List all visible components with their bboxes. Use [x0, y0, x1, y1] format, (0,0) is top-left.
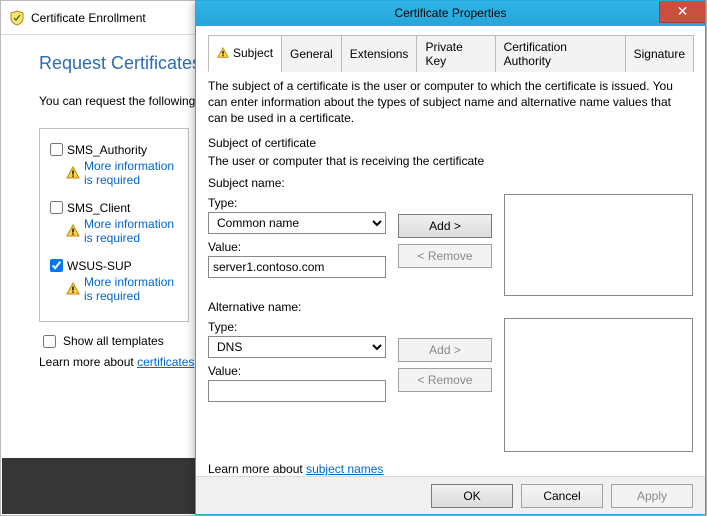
subject-name-group: Type: Common name Value: Add > < Remove	[208, 194, 693, 296]
enrollment-title: Certificate Enrollment	[31, 11, 146, 25]
alt-type-select[interactable]: DNS	[208, 336, 386, 358]
subject-add-button[interactable]: Add >	[398, 214, 492, 238]
template-name: WSUS-SUP	[67, 259, 132, 273]
dialog-titlebar[interactable]: Certificate Properties ✕	[196, 1, 705, 26]
learn-more-subjects: Learn more about subject names	[208, 456, 693, 476]
template-name: SMS_Client	[67, 201, 130, 215]
tab-general[interactable]: General	[281, 35, 342, 72]
subject-inputs: Type: Common name Value:	[208, 194, 386, 296]
alt-name-group: Type: DNS Value: Add > < Remove	[208, 318, 693, 452]
tab-label: General	[290, 47, 333, 61]
subject-value-input[interactable]	[208, 256, 386, 278]
cancel-button[interactable]: Cancel	[521, 484, 603, 508]
warning-icon	[66, 166, 80, 180]
template-more: More information is required	[66, 159, 178, 187]
alt-listbox[interactable]	[504, 318, 693, 452]
template-more: More information is required	[66, 275, 178, 303]
warning-icon	[217, 47, 229, 59]
template-checkbox-sms-authority[interactable]: SMS_Authority	[50, 143, 178, 157]
shield-icon	[9, 10, 25, 26]
close-icon: ✕	[677, 3, 689, 20]
alt-value-input[interactable]	[208, 380, 386, 402]
subject-of-cert-label: Subject of certificate	[208, 136, 693, 150]
tab-label: Subject	[233, 46, 273, 60]
tab-label: Signature	[634, 47, 685, 61]
show-all-label: Show all templates	[63, 334, 164, 348]
subject-receiver-label: The user or computer that is receiving t…	[208, 154, 693, 168]
subject-names-link[interactable]: subject names	[306, 462, 383, 476]
subject-tab-body: The subject of a certificate is the user…	[208, 72, 693, 477]
value-label: Value:	[208, 364, 386, 378]
templates-list: SMS_Authority More information is requir…	[39, 128, 189, 322]
apply-button[interactable]: Apply	[611, 484, 693, 508]
template-name: SMS_Authority	[67, 143, 147, 157]
subject-remove-button[interactable]: < Remove	[398, 244, 492, 268]
tabs: Subject General Extensions Private Key C…	[208, 34, 693, 72]
subject-listbox[interactable]	[504, 194, 693, 296]
checkbox[interactable]	[50, 259, 63, 272]
alt-list-col	[504, 318, 693, 452]
warning-icon	[66, 224, 80, 238]
subject-list-col	[504, 194, 693, 296]
subject-buttons: Add > < Remove	[398, 194, 492, 296]
template-more: More information is required	[66, 217, 178, 245]
more-info-link[interactable]: More information is required	[84, 217, 178, 245]
more-info-link[interactable]: More information is required	[84, 159, 178, 187]
certificates-link[interactable]: certificates	[137, 355, 194, 369]
close-button[interactable]: ✕	[659, 1, 705, 23]
certificate-properties-dialog: Certificate Properties ✕ Subject General…	[195, 0, 706, 515]
template-item: SMS_Client More information is required	[50, 201, 178, 245]
tab-label: Private Key	[425, 40, 486, 68]
alt-add-button[interactable]: Add >	[398, 338, 492, 362]
template-item: SMS_Authority More information is requir…	[50, 143, 178, 187]
template-checkbox-sms-client[interactable]: SMS_Client	[50, 201, 178, 215]
dialog-title: Certificate Properties	[394, 6, 506, 20]
more-info-link[interactable]: More information is required	[84, 275, 178, 303]
tab-extensions[interactable]: Extensions	[341, 35, 418, 72]
alt-inputs: Type: DNS Value:	[208, 318, 386, 452]
value-label: Value:	[208, 240, 386, 254]
dialog-footer: OK Cancel Apply	[196, 476, 705, 514]
checkbox[interactable]	[50, 143, 63, 156]
tab-signature[interactable]: Signature	[625, 35, 694, 72]
dialog-content: Subject General Extensions Private Key C…	[196, 26, 705, 477]
checkbox[interactable]	[43, 335, 56, 348]
warning-icon	[66, 282, 80, 296]
subject-description: The subject of a certificate is the user…	[208, 78, 693, 127]
type-label: Type:	[208, 320, 386, 334]
alt-remove-button[interactable]: < Remove	[398, 368, 492, 392]
tab-label: Extensions	[350, 47, 409, 61]
tab-private-key[interactable]: Private Key	[416, 35, 495, 72]
checkbox[interactable]	[50, 201, 63, 214]
tab-cert-authority[interactable]: Certification Authority	[495, 35, 626, 72]
template-item: WSUS-SUP More information is required	[50, 259, 178, 303]
alt-buttons: Add > < Remove	[398, 318, 492, 452]
subject-type-select[interactable]: Common name	[208, 212, 386, 234]
tab-label: Certification Authority	[504, 40, 617, 68]
subject-name-heading: Subject name:	[208, 176, 693, 190]
tab-subject[interactable]: Subject	[208, 35, 282, 72]
alt-name-heading: Alternative name:	[208, 300, 693, 314]
type-label: Type:	[208, 196, 386, 210]
ok-button[interactable]: OK	[431, 484, 513, 508]
template-checkbox-wsus-sup[interactable]: WSUS-SUP	[50, 259, 178, 273]
